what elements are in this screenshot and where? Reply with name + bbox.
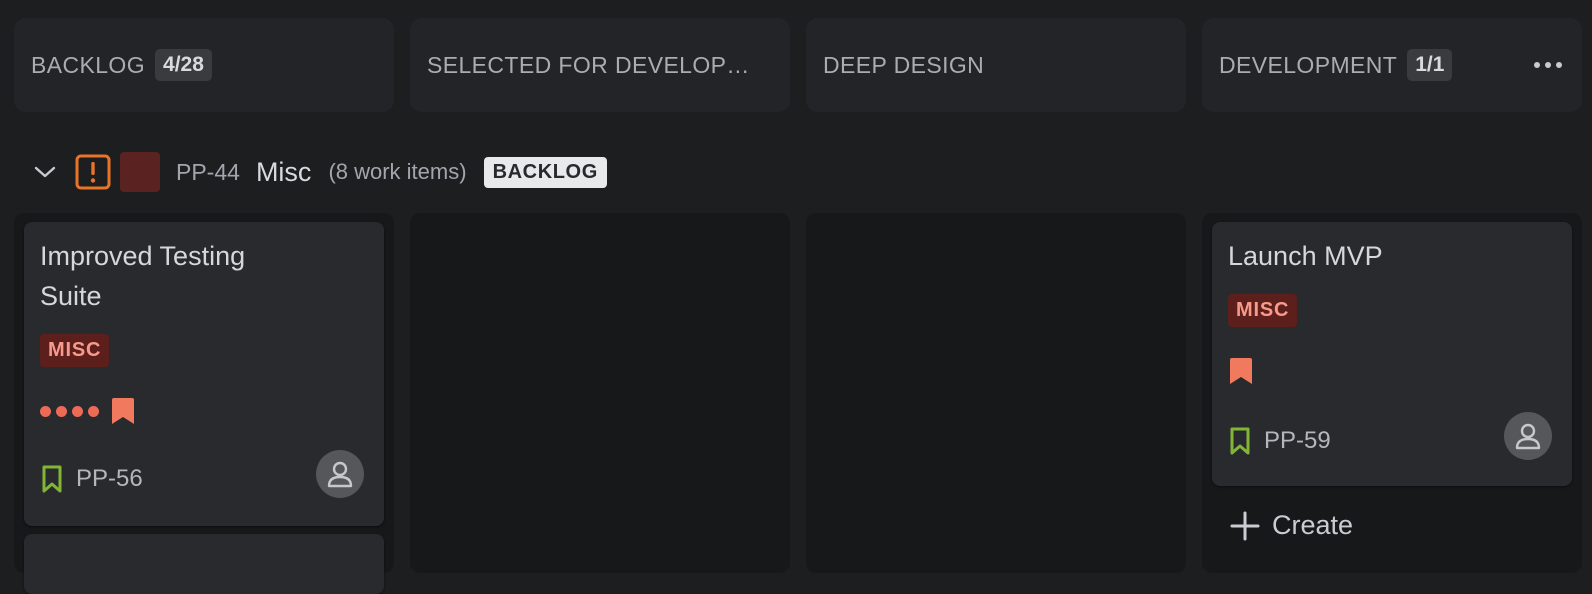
column-title: DEVELOPMENT xyxy=(1219,51,1398,78)
epic-work-item-count: (8 work items) xyxy=(328,159,467,184)
card-priority xyxy=(1228,356,1254,386)
column-title: BACKLOG xyxy=(31,51,146,78)
column-count-badge: 4/28 xyxy=(155,49,212,81)
column-body-selected-for-development xyxy=(410,213,790,573)
column-title: DEEP DESIGN xyxy=(823,51,985,78)
epic-name[interactable]: Misc xyxy=(256,157,312,188)
chevron-down-icon[interactable] xyxy=(30,157,60,187)
story-point-dot xyxy=(88,405,99,417)
column-count-badge: 1/1 xyxy=(1407,49,1453,81)
column-body-deep-design xyxy=(806,213,1186,573)
assignee-avatar[interactable] xyxy=(316,450,364,498)
column-title: SELECTED FOR DEVELOPMENT xyxy=(427,51,767,78)
card-footer: PP-59 xyxy=(1228,426,1331,456)
more-options-icon[interactable] xyxy=(1534,62,1562,68)
create-label: Create xyxy=(1272,510,1354,540)
column-header-backlog[interactable]: BACKLOG 4/28 xyxy=(14,18,394,112)
status-badge: BACKLOG xyxy=(483,156,607,188)
story-bookmark-icon xyxy=(1228,426,1252,456)
priority-flag-icon xyxy=(1228,356,1254,386)
epic-group-row: PP-44 Misc (8 work items) BACKLOG xyxy=(30,150,607,194)
create-issue-button[interactable]: Create xyxy=(1230,510,1353,541)
story-point-dot xyxy=(40,405,51,417)
story-point-dot xyxy=(56,405,67,417)
story-point-dot xyxy=(72,405,83,417)
assignee-avatar[interactable] xyxy=(1504,412,1552,460)
plus-icon xyxy=(1230,511,1260,541)
issue-card[interactable] xyxy=(24,534,384,594)
column-header-deep-design[interactable]: DEEP DESIGN xyxy=(806,18,1186,112)
card-label: MISC xyxy=(1228,294,1298,327)
epic-key[interactable]: PP-44 xyxy=(176,159,240,186)
column-header-selected-for-development[interactable]: SELECTED FOR DEVELOPMENT xyxy=(410,18,790,112)
card-key[interactable]: PP-56 xyxy=(76,465,143,493)
card-label: MISC xyxy=(40,334,110,367)
card-footer: PP-56 xyxy=(40,464,143,494)
epic-color-swatch xyxy=(120,152,160,192)
priority-flag-icon xyxy=(110,396,136,426)
issue-card[interactable]: Launch MVP MISC PP-59 xyxy=(1212,222,1572,486)
column-header-development[interactable]: DEVELOPMENT 1/1 xyxy=(1202,18,1582,112)
card-title: Improved Testing Suite xyxy=(40,241,246,311)
priority-alert-icon xyxy=(75,154,111,190)
issue-card[interactable]: Improved Testing Suite MISC PP-56 xyxy=(24,222,384,526)
card-title: Launch MVP xyxy=(1228,241,1383,271)
card-priority xyxy=(40,396,136,426)
story-bookmark-icon xyxy=(40,464,64,494)
card-key[interactable]: PP-59 xyxy=(1264,427,1331,455)
